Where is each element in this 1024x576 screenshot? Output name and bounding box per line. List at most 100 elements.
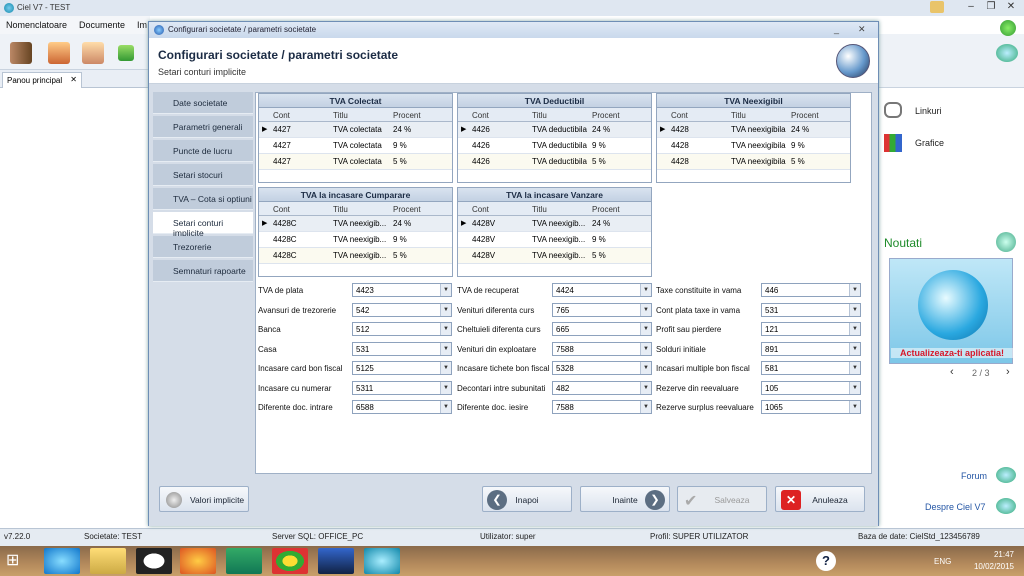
header-cont[interactable]: Cont [273,111,290,120]
default-values-button[interactable]: Valori implicite [159,486,249,512]
nav-item[interactable]: Setari conturi implicite [153,212,253,238]
header-procent[interactable]: Procent [791,111,819,120]
explorer-icon[interactable] [90,548,126,574]
account-select[interactable]: 531 ▼ [352,341,452,356]
chevron-down-icon[interactable]: ▼ [640,323,651,335]
account-select[interactable]: 512 ▼ [352,322,452,336]
account-select[interactable]: 4424 ▼ [552,283,652,297]
header-titlu[interactable]: Titlu [333,205,348,214]
account-select[interactable]: 5328 ▼ [552,361,652,375]
nav-item[interactable]: Trezorerie [153,236,253,258]
chrome-icon[interactable] [272,548,308,574]
next-icon[interactable]: › [1006,366,1010,378]
account-select[interactable]: 581 ▼ [761,361,861,375]
tab-panou-principal[interactable]: Panou principal ✕ [2,72,82,88]
nav-item[interactable]: Parametri generali [153,116,253,138]
table-row[interactable]: ▶ 4428V TVA neexigib... 24 % [458,216,651,232]
close-icon[interactable]: ✕ [1004,1,1018,13]
account-select[interactable]: 446 ▼ [761,283,861,297]
header-titlu[interactable]: Titlu [532,205,547,214]
table-row[interactable]: ▶ 4428C TVA neexigib... 24 % [259,216,452,232]
nav-item[interactable]: Date societate [153,92,253,114]
vat-grid[interactable]: TVA la incasare Vanzare Cont Titlu Procent ▶… [457,187,652,277]
header-procent[interactable]: Procent [393,205,421,214]
account-select[interactable]: 5125 ▼ [352,361,452,375]
help-tray-icon[interactable]: ? [816,551,836,571]
nav-item[interactable]: TVA – Cota si optiuni [153,188,253,210]
gift-icon[interactable] [930,1,944,13]
chevron-down-icon[interactable]: ▼ [440,342,451,355]
account-select[interactable]: 891 ▼ [761,341,861,356]
download-icon[interactable] [118,45,134,61]
chevron-down-icon[interactable]: ▼ [849,303,860,316]
next-button[interactable]: ❯ Inainte [580,486,670,512]
table-row[interactable]: 4428C TVA neexigib... 5 % [259,248,452,264]
table-row[interactable]: ▶ 4428 TVA neexigibila 24 % [657,122,850,138]
account-select[interactable]: 121 ▼ [761,322,861,336]
nav-item[interactable]: Setari stocuri [153,164,253,186]
table-row[interactable]: 4428V TVA neexigib... 5 % [458,248,651,264]
chevron-down-icon[interactable]: ▼ [440,401,451,413]
table-row[interactable]: 4427 TVA colectata 9 % [259,138,452,154]
chevron-down-icon[interactable]: ▼ [640,381,651,394]
table-row[interactable]: ▶ 4427 TVA colectata 24 % [259,122,452,138]
chevron-down-icon[interactable]: ▼ [640,284,651,296]
table-row[interactable]: 4428V TVA neexigib... 9 % [458,232,651,248]
chevron-down-icon[interactable]: ▼ [849,401,860,413]
chevron-down-icon[interactable]: ▼ [440,381,451,394]
account-select[interactable]: 531 ▼ [761,302,861,317]
box-icon[interactable] [48,42,70,64]
header-titlu[interactable]: Titlu [731,111,746,120]
language-text[interactable]: ENG [934,557,951,566]
chevron-down-icon[interactable]: ▼ [849,284,860,296]
word-icon[interactable] [318,548,354,574]
chevron-down-icon[interactable]: ▼ [440,284,451,296]
hp-icon[interactable] [136,548,172,574]
header-cont[interactable]: Cont [472,111,489,120]
chevron-down-icon[interactable]: ▼ [440,303,451,316]
header-titlu[interactable]: Titlu [532,111,547,120]
chevron-down-icon[interactable]: ▼ [440,362,451,374]
header-procent[interactable]: Procent [393,111,421,120]
header-cont[interactable]: Cont [472,205,489,214]
table-row[interactable]: 4426 TVA deductibila 9 % [458,138,651,154]
account-select[interactable]: 5311 ▼ [352,380,452,395]
header-cont[interactable]: Cont [671,111,688,120]
refresh-icon[interactable] [996,232,1016,252]
header-titlu[interactable]: Titlu [333,111,348,120]
menu-documente[interactable]: Documente [79,20,125,30]
grafice-link[interactable]: Grafice [915,138,944,148]
chat-icon[interactable] [996,44,1018,62]
linkuri-link[interactable]: Linkuri [915,106,942,116]
account-select[interactable]: 7588 ▼ [552,341,652,356]
excel-icon[interactable] [226,548,262,574]
account-select[interactable]: 765 ▼ [552,302,652,317]
nav-item[interactable]: Semnaturi rapoarte [153,260,253,282]
windows-start-icon[interactable]: ⊞ [6,550,30,576]
cancel-button[interactable]: ✕ Anuleaza [775,486,865,512]
menu-nomenclatoare[interactable]: Nomenclatoare [6,20,67,30]
account-select[interactable]: 105 ▼ [761,380,861,395]
chevron-down-icon[interactable]: ▼ [440,323,451,335]
table-row[interactable]: 4427 TVA colectata 5 % [259,154,452,170]
table-row[interactable]: 4428C TVA neexigib... 9 % [259,232,452,248]
chevron-down-icon[interactable]: ▼ [640,362,651,374]
table-row[interactable]: 4426 TVA deductibila 5 % [458,154,651,170]
table-row[interactable]: 4428 TVA neexigibila 5 % [657,154,850,170]
chevron-down-icon[interactable]: ▼ [849,381,860,394]
chevron-down-icon[interactable]: ▼ [849,323,860,335]
account-select[interactable]: 1065 ▼ [761,400,861,414]
chevron-down-icon[interactable]: ▼ [640,401,651,413]
minimize-icon[interactable]: – [964,1,978,13]
chevron-down-icon[interactable]: ▼ [849,362,860,374]
vat-grid[interactable]: TVA la incasare Cumparare Cont Titlu Procen… [258,187,453,277]
chevron-down-icon[interactable]: ▼ [849,342,860,355]
save-button[interactable]: ✔ Salveaza [677,486,767,512]
users-icon[interactable] [82,42,104,64]
account-select[interactable]: 665 ▼ [552,322,652,336]
account-select[interactable]: 7588 ▼ [552,400,652,414]
despre-link[interactable]: Despre Ciel V7 [925,502,986,512]
ciel-taskbar-icon[interactable] [364,548,400,574]
account-select[interactable]: 482 ▼ [552,380,652,395]
account-select[interactable]: 542 ▼ [352,302,452,317]
